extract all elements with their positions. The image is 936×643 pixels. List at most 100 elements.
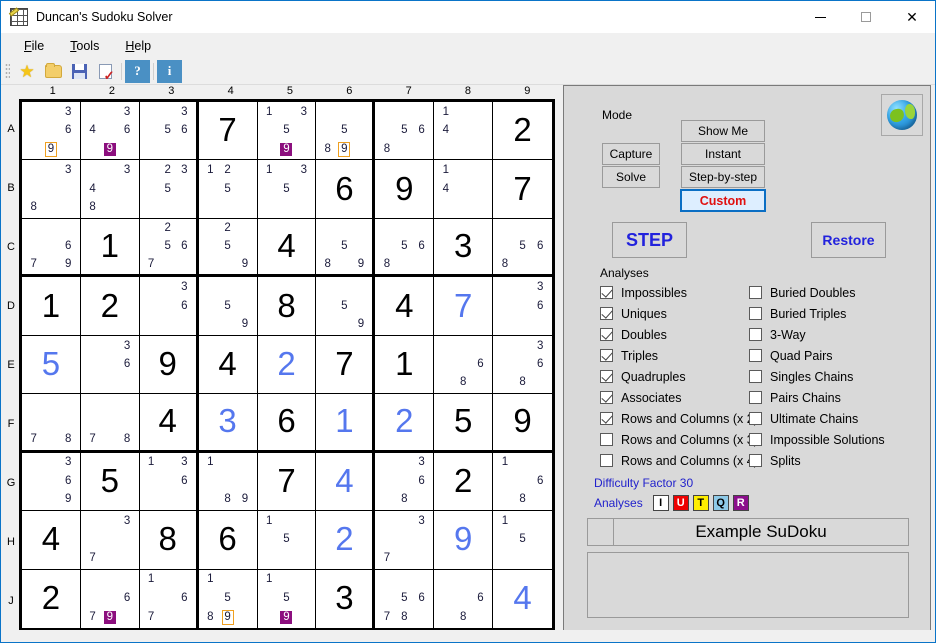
cell-D8[interactable]: 7	[434, 277, 494, 336]
cell-J9[interactable]: 4	[493, 569, 552, 628]
cell-D5[interactable]: 8	[257, 277, 317, 336]
cell-J7[interactable]: 56 78	[375, 569, 435, 628]
cell-C6[interactable]: 58 9	[316, 218, 376, 278]
analyses-option-right-7[interactable]: Impossible Solutions	[749, 429, 885, 450]
new-star-icon[interactable]: ★	[14, 60, 40, 83]
checkbox-icon[interactable]	[600, 433, 613, 446]
cell-G1[interactable]: 3 6 9	[22, 452, 81, 512]
globe-button[interactable]	[881, 94, 923, 136]
cell-B3[interactable]: 235	[139, 160, 199, 219]
checkbox-icon[interactable]	[749, 433, 762, 446]
analyses-option-right-3[interactable]: Quad Pairs	[749, 345, 885, 366]
analyses-option-right-6[interactable]: Ultimate Chains	[749, 408, 885, 429]
menu-help[interactable]: Help	[112, 36, 164, 56]
checkbox-icon[interactable]	[749, 349, 762, 362]
checkbox-icon[interactable]	[600, 412, 613, 425]
checkbox-icon[interactable]	[600, 391, 613, 404]
cell-C5[interactable]: 4	[257, 218, 317, 278]
cell-E4[interactable]: 4	[198, 335, 258, 395]
analyses-option-right-2[interactable]: 3-Way	[749, 324, 885, 345]
cell-G6[interactable]: 4	[316, 452, 376, 512]
cell-J5[interactable]: 15 9	[257, 569, 317, 628]
cell-C3[interactable]: 2 56 7	[139, 218, 199, 278]
cell-D9[interactable]: 36	[493, 277, 552, 336]
cell-E5[interactable]: 2	[257, 335, 317, 395]
check-page-icon[interactable]	[92, 60, 118, 83]
analyses-option-right-5[interactable]: Pairs Chains	[749, 387, 885, 408]
cell-B5[interactable]: 1 35	[257, 160, 317, 219]
cell-B8[interactable]: 14	[434, 160, 494, 219]
cell-B1[interactable]: 38	[22, 160, 81, 219]
cell-H9[interactable]: 15	[493, 511, 552, 570]
notes-box[interactable]	[587, 552, 909, 618]
cell-G3[interactable]: 1 3 6	[139, 452, 199, 512]
cell-C2[interactable]: 1	[80, 218, 140, 278]
cell-C8[interactable]: 3	[434, 218, 494, 278]
analyses-option-left-2[interactable]: Doubles	[600, 324, 758, 345]
checkbox-icon[interactable]	[749, 412, 762, 425]
solve-button[interactable]: Solve	[602, 166, 660, 188]
analyses-option-right-0[interactable]: Buried Doubles	[749, 282, 885, 303]
cell-H2[interactable]: 37	[80, 511, 140, 570]
analysis-badge-T[interactable]: T	[692, 495, 709, 511]
cell-H6[interactable]: 2	[316, 511, 376, 570]
cell-J8[interactable]: 68	[434, 569, 494, 628]
cell-F4[interactable]: 3	[198, 394, 258, 453]
cell-F8[interactable]: 5	[434, 394, 494, 453]
cell-D2[interactable]: 2	[80, 277, 140, 336]
cell-D3[interactable]: 36	[139, 277, 199, 336]
cell-H8[interactable]: 9	[434, 511, 494, 570]
cell-G7[interactable]: 3 68	[375, 452, 435, 512]
cell-E8[interactable]: 68	[434, 335, 494, 395]
cell-J4[interactable]: 1589	[198, 569, 258, 628]
analyses-option-left-5[interactable]: Associates	[600, 387, 758, 408]
analyses-option-left-6[interactable]: Rows and Columns (x 2)	[600, 408, 758, 429]
cell-F6[interactable]: 1	[316, 394, 376, 453]
step-button[interactable]: STEP	[612, 222, 687, 258]
restore-button[interactable]: Restore	[811, 222, 886, 258]
checkbox-icon[interactable]	[749, 286, 762, 299]
checkbox-icon[interactable]	[749, 391, 762, 404]
analyses-option-left-3[interactable]: Triples	[600, 345, 758, 366]
cell-C4[interactable]: 2 59	[198, 218, 258, 278]
cell-A7[interactable]: 56 8	[375, 102, 435, 161]
analysis-badge-I[interactable]: I	[652, 495, 669, 511]
cell-H3[interactable]: 8	[139, 511, 199, 570]
cell-A1[interactable]: 3 69	[22, 102, 81, 161]
cell-A6[interactable]: 589	[316, 102, 376, 161]
cell-D7[interactable]: 4	[375, 277, 435, 336]
analyses-option-left-0[interactable]: Impossibles	[600, 282, 758, 303]
checkbox-icon[interactable]	[600, 286, 613, 299]
checkbox-icon[interactable]	[749, 370, 762, 383]
cell-C9[interactable]: 56 8	[493, 218, 552, 278]
cell-E2[interactable]: 36	[80, 335, 140, 395]
cell-J1[interactable]: 2	[22, 569, 81, 628]
analyses-option-right-8[interactable]: Splits	[749, 450, 885, 471]
analyses-option-left-4[interactable]: Quadruples	[600, 366, 758, 387]
cell-B9[interactable]: 7	[493, 160, 552, 219]
cell-E9[interactable]: 3 68	[493, 335, 552, 395]
cell-H5[interactable]: 15	[257, 511, 317, 570]
checkbox-icon[interactable]	[600, 454, 613, 467]
cell-H7[interactable]: 37	[375, 511, 435, 570]
cell-G8[interactable]: 2	[434, 452, 494, 512]
analyses-option-left-7[interactable]: Rows and Columns (x 3)	[600, 429, 758, 450]
checkbox-icon[interactable]	[749, 328, 762, 341]
cell-D4[interactable]: 59	[198, 277, 258, 336]
cell-E3[interactable]: 9	[139, 335, 199, 395]
analyses-option-right-4[interactable]: Singles Chains	[749, 366, 885, 387]
puzzle-title-box[interactable]: Example SuDoku	[587, 518, 909, 546]
analyses-option-left-8[interactable]: Rows and Columns (x 4)	[600, 450, 758, 471]
cell-A8[interactable]: 14	[434, 102, 494, 161]
cell-F2[interactable]: 78	[80, 394, 140, 453]
toolbar-grip[interactable]	[5, 62, 10, 80]
cell-F3[interactable]: 4	[139, 394, 199, 453]
cell-J2[interactable]: 6 79	[80, 569, 140, 628]
checkbox-icon[interactable]	[600, 370, 613, 383]
checkbox-icon[interactable]	[749, 454, 762, 467]
analyses-option-right-1[interactable]: Buried Triples	[749, 303, 885, 324]
cell-B4[interactable]: 12 5	[198, 160, 258, 219]
cell-A5[interactable]: 1 35 9	[257, 102, 317, 161]
step-by-step-button[interactable]: Step-by-step	[681, 166, 765, 188]
checkbox-icon[interactable]	[600, 307, 613, 320]
